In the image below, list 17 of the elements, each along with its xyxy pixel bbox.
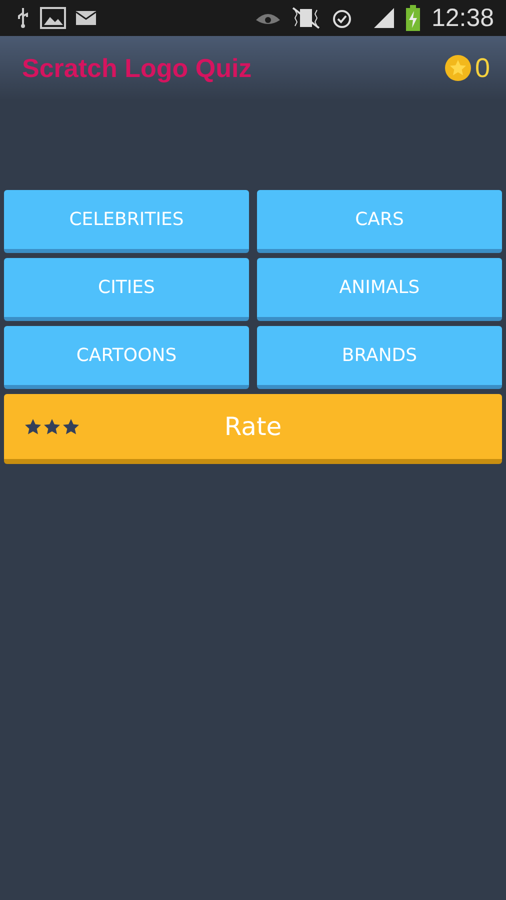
category-button[interactable]: CITIES — [4, 258, 249, 321]
coin-count: 0 — [474, 52, 490, 84]
category-button[interactable]: ANIMALS — [257, 258, 502, 321]
alarm-icon — [331, 7, 354, 29]
app-title: Scratch Logo Quiz — [22, 52, 252, 84]
clock-time: 12:38 — [431, 4, 494, 32]
battery-charging-icon — [405, 5, 422, 31]
rate-button[interactable]: Rate — [4, 394, 502, 464]
vibrate-off-icon — [291, 6, 322, 30]
usb-icon — [16, 7, 30, 29]
mail-icon — [76, 11, 96, 25]
category-button[interactable]: CARTOONS — [4, 326, 249, 389]
category-button[interactable]: CELEBRITIES — [4, 190, 249, 253]
category-button[interactable]: CARS — [257, 190, 502, 253]
image-icon — [40, 7, 66, 29]
signal-icon — [373, 7, 396, 29]
category-button[interactable]: BRANDS — [257, 326, 502, 389]
